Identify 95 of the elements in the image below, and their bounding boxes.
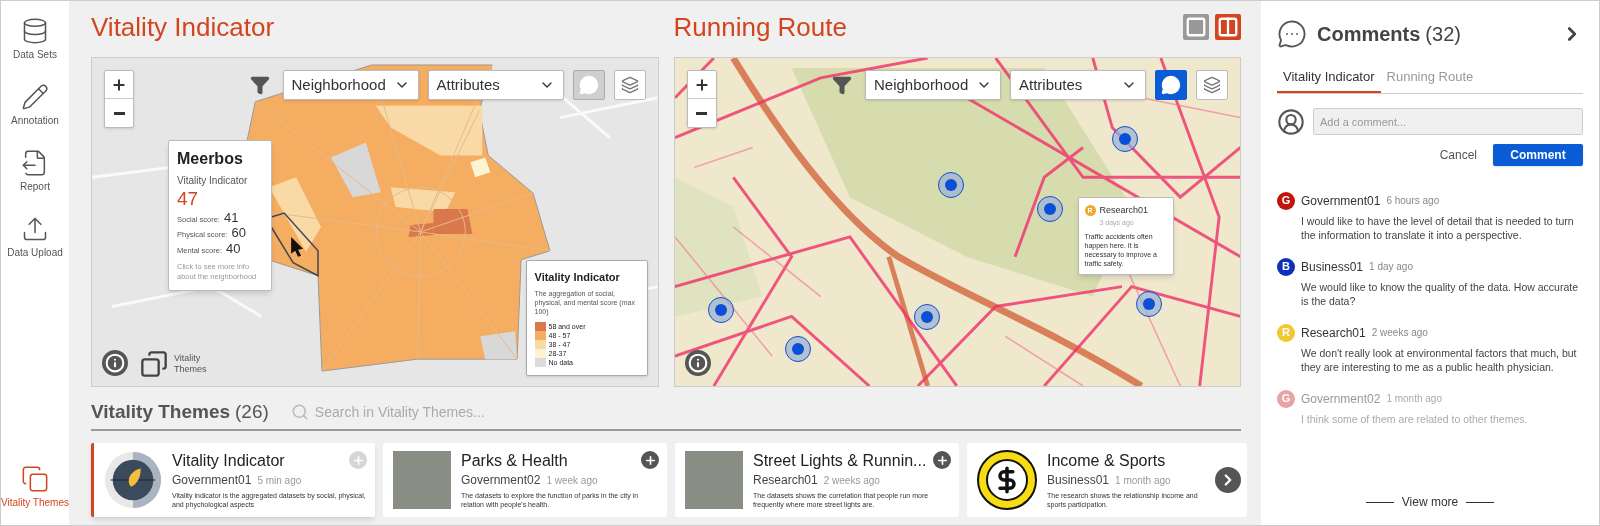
plus-icon [111,76,127,93]
card-title: Income & Sports [1047,451,1166,471]
panel-title: Comments [1317,22,1421,47]
comments-toggle-button[interactable] [1155,70,1187,100]
timestamp: 2 weeks ago [823,474,880,488]
comment-text: I would like to have the level of detail that is needed to turn the information to translate it into a perspective. [1300,213,1575,242]
single-view-button[interactable] [1183,14,1209,40]
filter-icon[interactable] [832,75,852,95]
sidebar-item[interactable]: Vitality Themes [1,457,69,517]
timestamp: 1 day ago [1369,260,1413,274]
timestamp: 1 month ago [1115,474,1171,488]
avatar: G [1277,389,1295,408]
timestamp: 6 hours ago [1386,194,1440,208]
info-icon [105,353,125,373]
item-count: (26) [235,399,269,424]
search-icon [290,403,309,421]
comment-text: I think some of them are related to other themes. [1300,411,1529,426]
author-name: Business01 [1047,472,1110,489]
view-more-link[interactable]: View more [1401,493,1459,511]
author-name: Research01 [1099,204,1149,217]
columns-icon [1217,16,1239,38]
speech-bubble-icon [578,75,599,95]
legend-title: Vitality Indicator [534,269,621,285]
avatar: R [1277,323,1295,342]
plus-icon [351,453,365,467]
info-icon [687,353,708,373]
cancel-button[interactable]: Cancel [1439,145,1477,164]
comment-button[interactable]: Comment [1493,143,1583,166]
minus-icon [113,111,125,115]
timestamp: 1 month ago [1386,392,1442,406]
database-icon [21,17,49,45]
pencil-icon [21,83,49,111]
score-value: 41 [223,210,239,225]
author-name: Government02 [1301,390,1381,408]
add-button[interactable] [641,451,659,469]
speech-bubble-icon [1161,75,1181,95]
avatar: G [1277,191,1295,210]
comment-count: (32) [1425,22,1461,47]
card-title: Vitality Indicator [172,451,285,471]
user-avatar-icon [1277,107,1305,136]
photo-placeholder [393,451,451,509]
author-name: Research01 [753,472,818,489]
timestamp: 5 min ago [257,474,302,488]
photo-placeholder [685,451,743,509]
comments-toggle-button[interactable] [572,70,605,100]
author-name: Government01 [172,472,252,489]
neighborhood-dropdown[interactable]: Neighborhood [865,70,1001,100]
timestamp: 2 weeks ago [1371,326,1428,340]
author-name: Research01 [1301,324,1366,342]
layers-button[interactable] [1196,70,1228,100]
sidebar-item[interactable]: Data Upload [1,207,69,267]
comment-input[interactable]: Add a comment... [1313,108,1583,135]
timestamp: 1 week ago [546,474,598,488]
add-button[interactable] [933,451,951,469]
panel-title: Vitality Indicator [91,10,275,44]
attributes-dropdown[interactable]: Attributes [1010,70,1146,100]
metric-label: Vitality Indicator [177,174,249,188]
layers-button[interactable] [613,70,646,100]
upload-icon [21,215,49,243]
themes-toggle[interactable]: Vitality Themes [140,350,214,378]
section-title: Vitality Themes [91,399,231,424]
panel-title: Running Route [673,10,847,44]
split-view-button[interactable] [1215,14,1241,40]
sidebar-item[interactable]: Data Sets [1,9,69,69]
dial-drawing [104,451,162,509]
popup-title: Meerbos [177,149,244,169]
search-field[interactable]: Search in Vitality Themes... [290,401,591,423]
layers-icon [620,76,639,94]
comments-icon [1277,19,1307,49]
minus-icon [696,111,707,115]
stacked-squares-icon [21,465,49,493]
score-value: 40 [226,240,241,256]
stacked-squares-icon [140,350,168,378]
tab[interactable]: Vitality Indicator [1277,67,1381,93]
author-name: Business01 [1301,258,1364,276]
attributes-dropdown[interactable]: Attributes [427,70,564,100]
card-title: Street Lights & Runnin... [753,451,927,471]
author-name: Government02 [461,472,541,489]
author-name: Government01 [1301,192,1381,210]
plus-icon [693,76,710,93]
comment-text: We would like to know the quality of the data. How accurate is the data? [1300,279,1580,308]
plus-icon [643,453,657,467]
layers-icon [1203,76,1221,94]
neighborhood-dropdown[interactable]: Neighborhood [282,70,419,100]
filter-icon[interactable] [249,75,270,95]
card-title: Parks & Health [461,451,568,471]
plus-icon [935,453,949,467]
sidebar-item[interactable]: Report [1,141,69,201]
comment-text: We don't really look at environmental factors that much, but they are interesting to me as a public health physician. [1300,345,1578,374]
square-icon [1185,16,1207,38]
coin-icon [977,450,1037,510]
metric-value: 47 [177,188,200,210]
avatar: B [1277,257,1295,276]
sidebar-item[interactable]: Annotation [1,75,69,135]
score-value: 60 [231,225,246,241]
